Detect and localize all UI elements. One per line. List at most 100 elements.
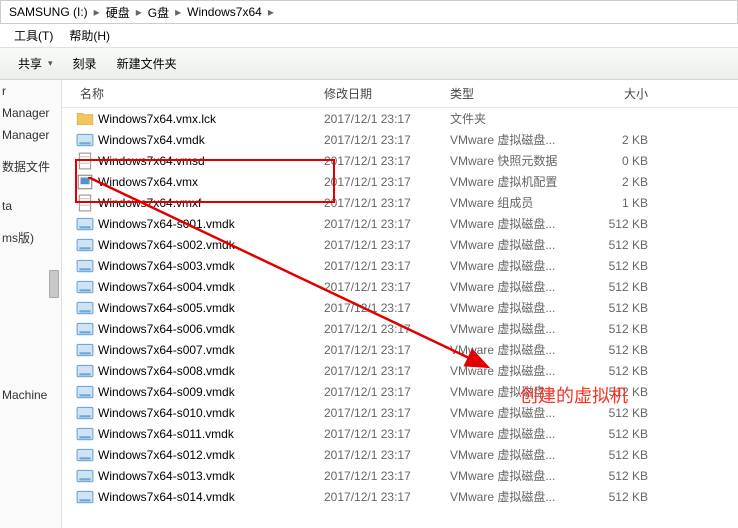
file-name: Windows7x64.vmsd	[98, 154, 324, 168]
disk-icon	[76, 342, 94, 358]
column-headers: 名称 修改日期 类型 大小	[62, 80, 738, 108]
sidebar-item[interactable]	[0, 258, 61, 266]
disk-icon	[76, 426, 94, 442]
chevron-right-icon[interactable]: ▸	[173, 5, 183, 19]
sidebar-item[interactable]	[0, 146, 61, 154]
file-size: 512 KB	[568, 217, 660, 231]
col-date-header[interactable]: 修改日期	[324, 85, 450, 102]
sidebar-item[interactable]: ms版)	[0, 225, 61, 250]
file-type: VMware 虚拟磁盘...	[450, 383, 568, 400]
breadcrumb[interactable]: SAMSUNG (I:) ▸ 硬盘 ▸ G盘 ▸ Windows7x64 ▸	[0, 0, 738, 24]
sidebar-item[interactable]	[0, 187, 61, 195]
file-size: 1 KB	[568, 196, 660, 210]
disk-icon	[76, 321, 94, 337]
menu-tools[interactable]: 工具(T)	[8, 25, 59, 46]
file-type: VMware 虚拟磁盘...	[450, 236, 568, 253]
newfolder-label: 新建文件夹	[117, 55, 177, 72]
table-row[interactable]: Windows7x64-s004.vmdk2017/12/1 23:17VMwa…	[62, 276, 738, 297]
sidebar-item[interactable]: ta	[0, 195, 61, 217]
file-name: Windows7x64.vmx	[98, 175, 324, 189]
file-date: 2017/12/1 23:17	[324, 385, 450, 399]
file-size: 0 KB	[568, 154, 660, 168]
disk-icon	[76, 405, 94, 421]
file-size: 512 KB	[568, 364, 660, 378]
table-row[interactable]: Windows7x64-s013.vmdk2017/12/1 23:17VMwa…	[62, 465, 738, 486]
table-row[interactable]: Windows7x64.vmx.lck2017/12/1 23:17文件夹	[62, 108, 738, 129]
table-row[interactable]: Windows7x64.vmsd2017/12/1 23:17VMware 快照…	[62, 150, 738, 171]
file-date: 2017/12/1 23:17	[324, 154, 450, 168]
table-row[interactable]: Windows7x64-s003.vmdk2017/12/1 23:17VMwa…	[62, 255, 738, 276]
file-type: VMware 虚拟磁盘...	[450, 404, 568, 421]
sidebar-item[interactable]: 数据文件	[0, 154, 61, 179]
sidebar-item[interactable]: Manager	[0, 124, 61, 146]
file-name: Windows7x64.vmxf	[98, 196, 324, 210]
file-date: 2017/12/1 23:17	[324, 427, 450, 441]
file-type: VMware 虚拟磁盘...	[450, 446, 568, 463]
file-date: 2017/12/1 23:17	[324, 406, 450, 420]
table-row[interactable]: Windows7x64-s008.vmdk2017/12/1 23:17VMwa…	[62, 360, 738, 381]
file-date: 2017/12/1 23:17	[324, 217, 450, 231]
file-size: 512 KB	[568, 385, 660, 399]
breadcrumb-item[interactable]: 硬盘	[102, 4, 134, 21]
file-name: Windows7x64-s014.vmdk	[98, 490, 324, 504]
disk-icon	[76, 258, 94, 274]
file-name: Windows7x64-s001.vmdk	[98, 217, 324, 231]
table-row[interactable]: Windows7x64.vmxf2017/12/1 23:17VMware 组成…	[62, 192, 738, 213]
sidebar-item[interactable]	[0, 179, 61, 187]
sidebar-item[interactable]	[0, 250, 61, 258]
chevron-right-icon[interactable]: ▸	[92, 5, 102, 19]
file-name: Windows7x64-s010.vmdk	[98, 406, 324, 420]
breadcrumb-item[interactable]: Windows7x64	[183, 5, 266, 19]
file-name: Windows7x64-s002.vmdk	[98, 238, 324, 252]
table-row[interactable]: Windows7x64.vmx2017/12/1 23:17VMware 虚拟机…	[62, 171, 738, 192]
file-size: 512 KB	[568, 301, 660, 315]
table-row[interactable]: Windows7x64-s002.vmdk2017/12/1 23:17VMwa…	[62, 234, 738, 255]
table-row[interactable]: Windows7x64-s010.vmdk2017/12/1 23:17VMwa…	[62, 402, 738, 423]
table-row[interactable]: Windows7x64-s001.vmdk2017/12/1 23:17VMwa…	[62, 213, 738, 234]
share-button[interactable]: 共享	[8, 51, 63, 76]
file-name: Windows7x64-s009.vmdk	[98, 385, 324, 399]
disk-icon	[76, 384, 94, 400]
breadcrumb-item[interactable]: SAMSUNG (I:)	[5, 5, 92, 19]
toolbar: 共享 刻录 新建文件夹	[0, 48, 738, 80]
file-type: VMware 虚拟磁盘...	[450, 257, 568, 274]
chevron-right-icon[interactable]: ▸	[134, 5, 144, 19]
file-size: 512 KB	[568, 406, 660, 420]
sidebar-item[interactable]: r	[0, 80, 61, 102]
file-name: Windows7x64-s012.vmdk	[98, 448, 324, 462]
disk-icon	[76, 300, 94, 316]
table-row[interactable]: Windows7x64-s014.vmdk2017/12/1 23:17VMwa…	[62, 486, 738, 507]
file-name: Windows7x64.vmx.lck	[98, 112, 324, 126]
vmx-icon	[76, 174, 94, 190]
chevron-right-icon[interactable]: ▸	[266, 5, 276, 19]
table-row[interactable]: Windows7x64-s012.vmdk2017/12/1 23:17VMwa…	[62, 444, 738, 465]
table-row[interactable]: Windows7x64-s011.vmdk2017/12/1 23:17VMwa…	[62, 423, 738, 444]
scrollbar-thumb[interactable]	[49, 270, 59, 298]
col-size-header[interactable]: 大小	[568, 85, 660, 102]
file-name: Windows7x64-s013.vmdk	[98, 469, 324, 483]
menu-help[interactable]: 帮助(H)	[63, 25, 116, 46]
table-row[interactable]: Windows7x64-s005.vmdk2017/12/1 23:17VMwa…	[62, 297, 738, 318]
burn-button[interactable]: 刻录	[63, 51, 107, 76]
file-type: VMware 虚拟磁盘...	[450, 320, 568, 337]
sidebar-item[interactable]	[0, 217, 61, 225]
file-name: Windows7x64.vmdk	[98, 133, 324, 147]
table-row[interactable]: Windows7x64-s009.vmdk2017/12/1 23:17VMwa…	[62, 381, 738, 402]
sidebar-item[interactable]: Manager	[0, 102, 61, 124]
file-name: Windows7x64-s003.vmdk	[98, 259, 324, 273]
disk-icon	[76, 279, 94, 295]
menubar: 工具(T) 帮助(H)	[0, 24, 738, 48]
file-name: Windows7x64-s007.vmdk	[98, 343, 324, 357]
sidebar-item[interactable]: Machine	[0, 384, 61, 406]
newfolder-button[interactable]: 新建文件夹	[107, 51, 187, 76]
burn-label: 刻录	[73, 55, 97, 72]
col-name-header[interactable]: 名称	[62, 85, 324, 102]
table-row[interactable]: Windows7x64-s007.vmdk2017/12/1 23:17VMwa…	[62, 339, 738, 360]
file-name: Windows7x64-s004.vmdk	[98, 280, 324, 294]
file-type: VMware 虚拟机配置	[450, 173, 568, 190]
file-icon	[76, 153, 94, 169]
breadcrumb-item[interactable]: G盘	[144, 4, 173, 21]
table-row[interactable]: Windows7x64-s006.vmdk2017/12/1 23:17VMwa…	[62, 318, 738, 339]
col-type-header[interactable]: 类型	[450, 85, 568, 102]
table-row[interactable]: Windows7x64.vmdk2017/12/1 23:17VMware 虚拟…	[62, 129, 738, 150]
